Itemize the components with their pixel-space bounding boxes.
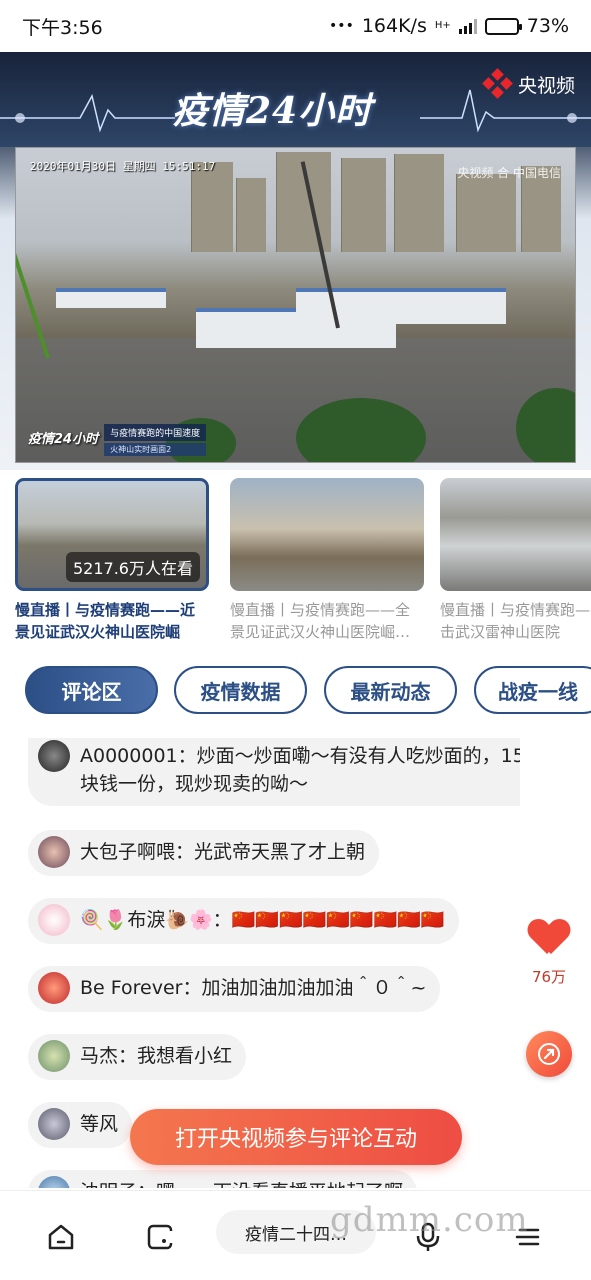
signal-icon [458, 18, 477, 34]
video-tag-title: 与疫情赛跑的中国速度 [104, 424, 207, 441]
video-watermark: 央视频 合 中国电信 [457, 166, 561, 180]
tabs-icon [147, 1224, 173, 1250]
comment-text: A0000001：炒面～炒面嘞～有没有人吃炒面的，15块钱一份，现炒现卖的呦～ [80, 745, 520, 795]
status-right: ••• 164K/s H+ 73% [329, 15, 569, 37]
comment-item[interactable]: A0000001：炒面～炒面嘞～有没有人吃炒面的，15块钱一份，现炒现卖的呦～ [28, 738, 520, 806]
open-app-button[interactable]: 打开央视频参与评论互动 [130, 1109, 462, 1165]
stream-thumbnail[interactable]: 5217.6万人在看 慢直播丨与疫情赛跑——近景见证武汉火神山医院崛起… [15, 478, 209, 643]
tabs-button[interactable] [143, 1219, 179, 1255]
thumbnail-image [440, 478, 591, 591]
network-speed: 164K/s [361, 15, 427, 37]
cctv-logo-icon [482, 68, 513, 99]
video-tag: 疫情24小时 与疫情赛跑的中国速度 火神山实时画面2 [28, 424, 207, 456]
stream-thumbnail[interactable]: 慢直播丨与疫情赛跑——直击武汉雷神山医院 [440, 478, 591, 643]
dots-icon: ••• [329, 18, 354, 34]
comment-item[interactable]: 浊明子：嘿，一下没看直播平地起了啊 [28, 1170, 418, 1188]
status-time: 下午3:56 [22, 16, 103, 39]
comment-text: 🍭🌷布淚🐌🌸：🇨🇳🇨🇳🇨🇳🇨🇳🇨🇳🇨🇳🇨🇳🇨🇳🇨🇳 [80, 909, 445, 931]
tab-latest-news[interactable]: 最新动态 [324, 666, 457, 714]
site-watermark: gdmm.com [330, 1200, 529, 1240]
tab-epidemic-data[interactable]: 疫情数据 [174, 666, 307, 714]
building [191, 162, 233, 252]
heart-icon [529, 918, 569, 958]
comment-item[interactable]: 马杰：我想看小红 [28, 1034, 247, 1080]
comment-text: 马杰：我想看小红 [80, 1045, 233, 1067]
comment-text: 等风 [80, 1113, 119, 1135]
comment-item[interactable]: 大包子啊喂：光武帝天黑了才上朝 [28, 830, 380, 876]
home-button[interactable] [43, 1219, 79, 1255]
battery-icon [484, 17, 522, 35]
network-type: H+ [434, 20, 451, 31]
avatar [38, 1176, 70, 1188]
tab-frontline[interactable]: 战疫一线 [474, 666, 591, 714]
battery-percent: 73% [526, 15, 569, 37]
building [394, 154, 444, 252]
avatar [38, 836, 70, 868]
live-video-player[interactable]: 2020年01月30日 星期四 15:51:17 央视频 合 中国电信 疫情24… [15, 147, 576, 463]
avatar [38, 1040, 70, 1072]
like-button[interactable]: 76万 [526, 918, 572, 987]
home-icon [48, 1224, 74, 1250]
cctv-video-brand[interactable]: 央视频 [482, 68, 575, 99]
ward-block [296, 288, 506, 324]
thumbnail-caption: 慢直播丨与疫情赛跑——近景见证武汉火神山医院崛起… [15, 601, 196, 641]
brand-name: 央视频 [517, 74, 575, 97]
show-title: 疫情24小时 [172, 90, 373, 132]
avatar [38, 1108, 70, 1140]
building [236, 178, 266, 252]
comment-text: 大包子啊喂：光武帝天黑了才上朝 [80, 841, 366, 863]
comment-text: 浊明子：嘿，一下没看直播平地起了啊 [80, 1178, 403, 1188]
building [341, 158, 386, 252]
building [456, 174, 516, 252]
thumbnail-image [230, 478, 424, 591]
comment-item[interactable]: Be Forever：加油加油加油加油＾０＾~ [28, 966, 441, 1012]
viewer-count: 5217.6万人在看 [66, 552, 200, 582]
video-tag-subtitle: 火神山实时画面2 [104, 443, 207, 456]
section-tabs: 评论区 疫情数据 最新动态 战疫一线 [0, 666, 591, 718]
avatar [38, 972, 70, 1004]
video-timestamp: 2020年01月30日 星期四 15:51:17 [30, 160, 216, 173]
avatar [38, 904, 70, 936]
comment-item[interactable]: 等风 [28, 1102, 133, 1148]
banner-header: 疫情24小时 央视频 [0, 52, 591, 147]
tab-comments[interactable]: 评论区 [25, 666, 158, 714]
program-banner: 疫情24小时 央视频 2020年01月30日 星期四 15:51:17 央视频 … [0, 52, 591, 470]
stream-thumbnail[interactable]: 慢直播丨与疫情赛跑——全景见证武汉火神山医院崛… [230, 478, 424, 643]
share-button[interactable] [526, 1031, 572, 1077]
comment-text: Be Forever：加油加油加油加油＾０＾~ [80, 977, 427, 999]
status-bar: 下午3:56 ••• 164K/s H+ 73% [0, 0, 591, 52]
ward-block [56, 288, 166, 308]
thumbnail-caption: 慢直播丨与疫情赛跑——全景见证武汉火神山医院崛… [230, 601, 411, 641]
show-logo-small: 疫情24小时 [28, 432, 99, 447]
thumbnail-caption: 慢直播丨与疫情赛跑——直击武汉雷神山医院 [440, 601, 591, 641]
comment-item[interactable]: 🍭🌷布淚🐌🌸：🇨🇳🇨🇳🇨🇳🇨🇳🇨🇳🇨🇳🇨🇳🇨🇳🇨🇳 [28, 898, 459, 944]
thumbnail-image: 5217.6万人在看 [15, 478, 209, 591]
avatar [38, 740, 70, 772]
share-icon [538, 1043, 560, 1065]
like-count: 76万 [531, 968, 567, 986]
stream-thumbnails: 5217.6万人在看 慢直播丨与疫情赛跑——近景见证武汉火神山医院崛起… 慢直播… [0, 478, 591, 648]
